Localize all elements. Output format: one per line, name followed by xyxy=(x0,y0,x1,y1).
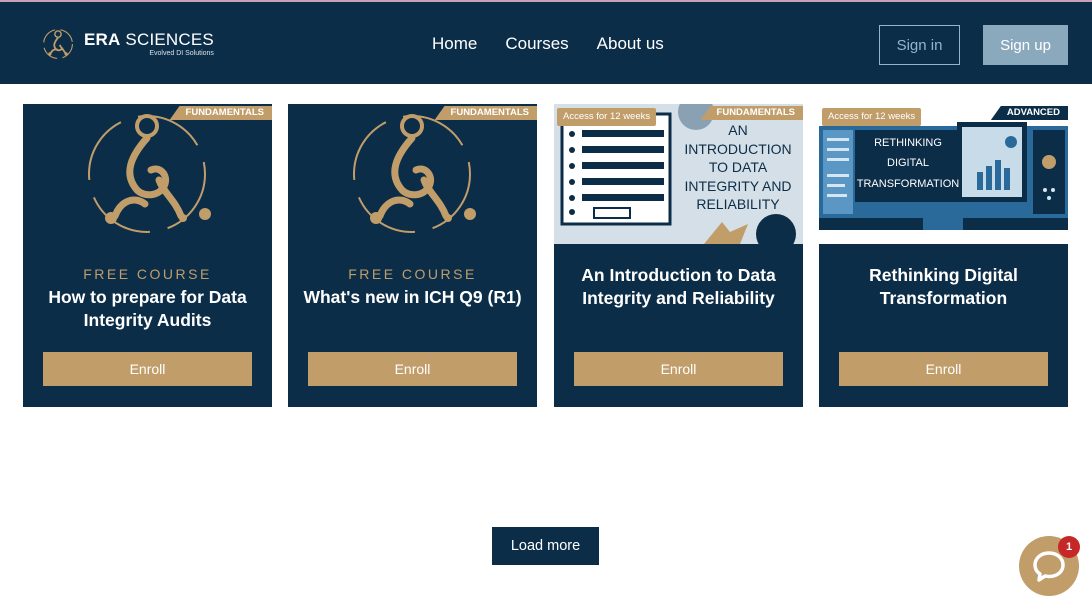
cover-text-line: INTEGRITY AND xyxy=(684,178,791,194)
level-ribbon: FUNDAMENTALS xyxy=(700,106,803,120)
cover-text-line: INTRODUCTION xyxy=(684,141,791,157)
cover-text-line: RELIABILITY xyxy=(696,196,780,212)
free-course-label: FREE COURSE xyxy=(83,266,212,282)
level-ribbon: ADVANCED xyxy=(990,106,1068,120)
course-logo-image xyxy=(353,114,476,233)
nav-home-link[interactable]: Home xyxy=(432,34,477,54)
brand-text: ERA SCIENCES Evolved DI Solutions xyxy=(84,29,214,58)
era-logo-icon xyxy=(43,29,73,59)
enroll-button[interactable]: Enroll xyxy=(574,352,783,386)
cover-text-line: DIGITAL xyxy=(887,157,929,169)
brand-name: ERA SCIENCES xyxy=(84,29,214,49)
navbar: ERA SCIENCES Evolved DI Solutions Home C… xyxy=(0,2,1092,84)
course-title[interactable]: How to prepare for Data Integrity Audits xyxy=(37,286,258,332)
cover-text-line: RETHINKING xyxy=(874,137,942,149)
cover-text-line: TO DATA xyxy=(709,159,768,175)
course-logo-image xyxy=(88,114,211,233)
course-title[interactable]: What's new in ICH Q9 (R1) xyxy=(302,286,523,309)
course-title[interactable]: An Introduction to Data Integrity and Re… xyxy=(568,264,789,310)
course-card[interactable]: FUNDAMENTALS FREE COURSE How to prepare … xyxy=(23,104,272,407)
cover-text-line: AN xyxy=(728,122,747,138)
sign-up-button[interactable]: Sign up xyxy=(983,25,1068,65)
level-ribbon: FUNDAMENTALS xyxy=(169,106,272,120)
course-title[interactable]: Rethinking Digital Transformation xyxy=(833,264,1054,310)
enroll-button[interactable]: Enroll xyxy=(43,352,252,386)
access-badge: Access for 12 weeks xyxy=(822,108,922,126)
enroll-button[interactable]: Enroll xyxy=(839,352,1048,386)
chat-notification-badge: 1 xyxy=(1058,536,1080,558)
main-nav: Home Courses About us xyxy=(432,34,664,54)
brand-tagline: Evolved DI Solutions xyxy=(149,49,214,57)
enroll-button[interactable]: Enroll xyxy=(308,352,517,386)
free-course-label: FREE COURSE xyxy=(348,266,477,282)
course-card[interactable]: FUNDAMENTALS FREE COURSE What's new in I… xyxy=(288,104,537,407)
course-card[interactable]: AN INTRODUCTION TO DATA INTEGRITY AND RE… xyxy=(554,104,803,407)
access-badge: Access for 12 weeks xyxy=(557,108,657,126)
level-ribbon: FUNDAMENTALS xyxy=(434,106,537,120)
nav-about-link[interactable]: About us xyxy=(597,34,664,54)
brand-logo[interactable]: ERA SCIENCES Evolved DI Solutions xyxy=(40,26,214,62)
course-card[interactable]: RETHINKING DIGITAL TRANSFORMATION Access… xyxy=(819,104,1068,407)
nav-courses-link[interactable]: Courses xyxy=(505,34,568,54)
sign-in-button[interactable]: Sign in xyxy=(879,25,960,65)
load-more-button[interactable]: Load more xyxy=(492,527,599,565)
cover-text-line: TRANSFORMATION xyxy=(857,178,960,190)
